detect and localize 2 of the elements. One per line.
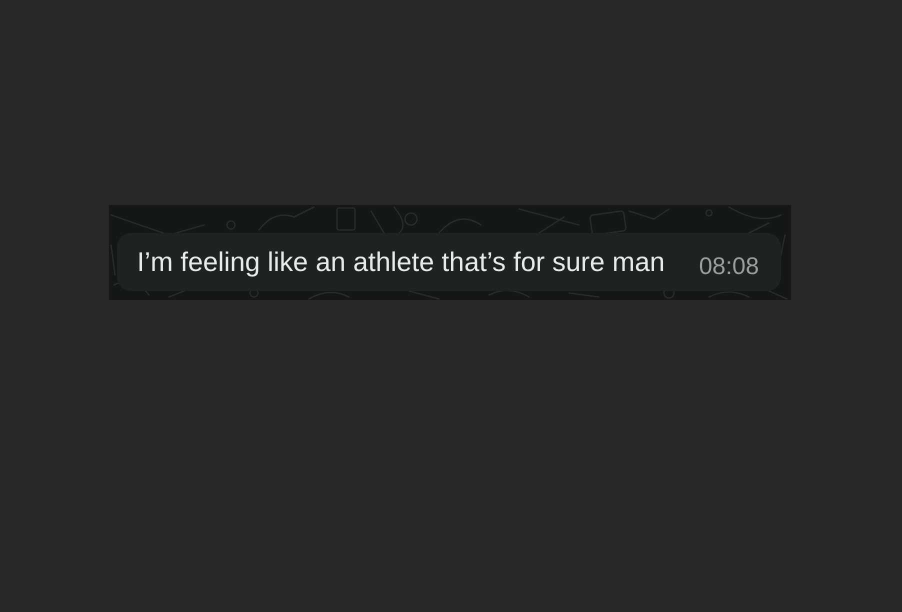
message-time: 08:08 (698, 255, 759, 279)
message-text: I’m feeling like an athlete that’s for sure man (137, 248, 665, 276)
